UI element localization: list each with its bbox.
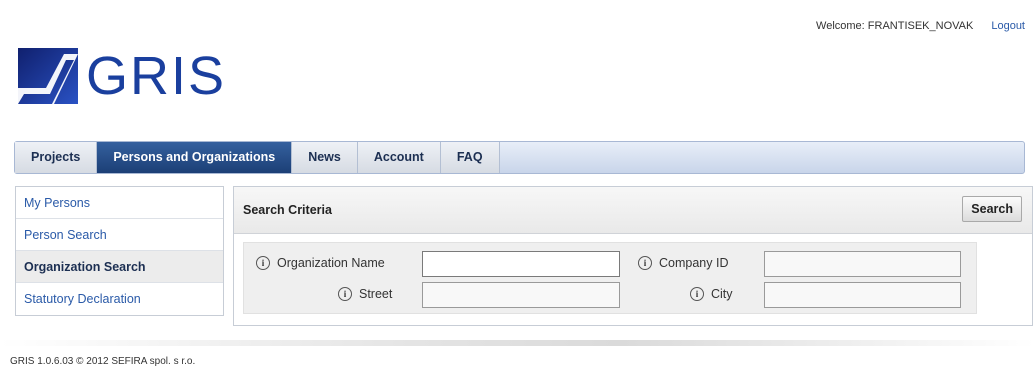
info-icon[interactable]: i: [690, 287, 704, 301]
tab-persons-and-organizations[interactable]: Persons and Organizations: [97, 142, 293, 173]
city-label: i City: [690, 287, 733, 301]
search-form: i Organization Name i Company ID i Stree…: [243, 242, 977, 314]
city-input[interactable]: [764, 282, 961, 308]
logout-link[interactable]: Logout: [991, 20, 1025, 32]
street-label: i Street: [338, 287, 392, 301]
street-input[interactable]: [422, 282, 620, 308]
sidebar-item-statutory-declaration[interactable]: Statutory Declaration: [16, 283, 223, 315]
search-panel: Search Criteria Search i Organization Na…: [233, 186, 1033, 326]
logo: GRIS: [18, 48, 226, 104]
company-id-label: i Company ID: [638, 256, 728, 270]
panel-title: Search Criteria: [243, 203, 332, 217]
main-nav: Projects Persons and Organizations News …: [14, 141, 1025, 174]
organization-name-label: i Organization Name: [256, 256, 385, 270]
user-bar: Welcome: FRANTISEK_NOVAK Logout: [816, 20, 1025, 32]
info-icon[interactable]: i: [638, 256, 652, 270]
tab-faq[interactable]: FAQ: [440, 142, 500, 173]
welcome-text: Welcome: FRANTISEK_NOVAK: [816, 20, 974, 32]
search-panel-header: Search Criteria Search: [234, 187, 1032, 234]
sidebar: My Persons Person Search Organization Se…: [15, 186, 224, 316]
organization-name-input[interactable]: [422, 251, 620, 277]
company-id-input[interactable]: [764, 251, 961, 277]
sidebar-item-organization-search[interactable]: Organization Search: [16, 251, 223, 283]
sidebar-item-person-search[interactable]: Person Search: [16, 219, 223, 251]
tab-projects[interactable]: Projects: [15, 142, 98, 173]
gris-logo-icon: [18, 48, 78, 104]
tab-news[interactable]: News: [292, 142, 358, 173]
footer-text: GRIS 1.0.6.03 © 2012 SEFIRA spol. s r.o.: [10, 356, 196, 367]
footer-divider: [0, 340, 1035, 346]
sidebar-item-my-persons[interactable]: My Persons: [16, 187, 223, 219]
info-icon[interactable]: i: [338, 287, 352, 301]
logo-text: GRIS: [86, 46, 227, 106]
info-icon[interactable]: i: [256, 256, 270, 270]
search-button[interactable]: Search: [962, 196, 1022, 222]
tab-account[interactable]: Account: [357, 142, 441, 173]
